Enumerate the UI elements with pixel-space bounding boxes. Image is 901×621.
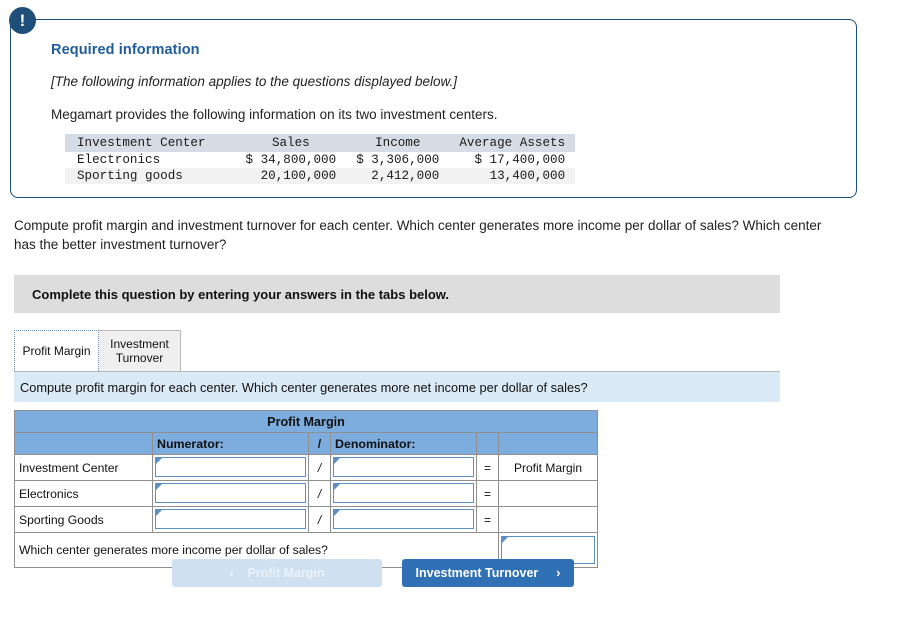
tab-strip: Profit Margin Investment Turnover <box>14 330 181 371</box>
tab-investment-turnover[interactable]: Investment Turnover <box>98 330 181 371</box>
cell-center-name: Sporting goods <box>65 168 236 184</box>
table-row: Electronics $ 34,800,000 $ 3,306,000 $ 1… <box>65 152 576 168</box>
tab-investment-turnover-label: Investment Turnover <box>110 337 169 365</box>
cell-center-name: Electronics <box>65 152 236 168</box>
col-income: Income <box>346 134 450 152</box>
numerator-input[interactable] <box>155 509 306 529</box>
col-investment-center: Investment Center <box>65 134 236 152</box>
next-button-label: Investment Turnover <box>415 566 539 580</box>
table-row: Investment Center / = Profit Margin <box>14 454 599 481</box>
data-table-header-row: Investment Center Sales Income Average A… <box>65 134 576 152</box>
numerator-input[interactable] <box>155 457 306 477</box>
profit-margin-answer-table: Profit Margin Numerator: / Denominator: … <box>13 410 599 568</box>
page-title: Required information <box>51 42 200 58</box>
cell-average-assets: 13,400,000 <box>449 168 576 184</box>
chevron-right-icon: › <box>556 566 561 580</box>
row-label-sporting-goods: Sporting Goods <box>14 506 153 533</box>
denominator-input-cell[interactable] <box>330 480 477 507</box>
cell-sales: $ 34,800,000 <box>235 152 347 168</box>
instruction-bar: Compute profit margin for each center. W… <box>14 371 780 402</box>
header-result-blank <box>497 432 599 455</box>
cell-average-assets: $ 17,400,000 <box>449 152 576 168</box>
equals-sign: = <box>476 480 499 507</box>
header-numerator: Numerator: <box>152 432 309 455</box>
equals-sign: = <box>476 454 499 481</box>
denominator-input-cell[interactable] <box>330 506 477 533</box>
numerator-input-cell[interactable] <box>152 454 309 481</box>
question-prompt: Compute profit margin and investment tur… <box>14 218 822 252</box>
instruction-text: Compute profit margin for each center. W… <box>20 379 588 395</box>
answer-table-title: Profit Margin <box>13 410 599 433</box>
numerator-input[interactable] <box>155 483 306 503</box>
col-average-assets: Average Assets <box>449 134 576 152</box>
result-value <box>497 506 599 533</box>
previous-profit-margin-button[interactable]: ‹ Profit Margin <box>172 559 382 587</box>
tab-profit-margin-label: Profit Margin <box>22 344 91 358</box>
denominator-input[interactable] <box>333 457 474 477</box>
required-information-card: Required information [The following info… <box>10 19 857 198</box>
result-value <box>497 480 599 507</box>
exclamation-icon: ! <box>9 7 36 34</box>
header-equals-blank <box>476 432 499 455</box>
equals-sign: = <box>476 506 499 533</box>
operator-slash: / <box>308 506 331 533</box>
denominator-input[interactable] <box>333 483 474 503</box>
next-investment-turnover-button[interactable]: Investment Turnover › <box>402 559 574 587</box>
header-blank-left <box>14 432 153 455</box>
investment-center-data-table: Investment Center Sales Income Average A… <box>65 134 576 184</box>
col-sales: Sales <box>235 134 347 152</box>
intro-sentence: Megamart provides the following informat… <box>51 107 498 122</box>
cell-income: 2,412,000 <box>346 168 450 184</box>
header-denominator: Denominator: <box>330 432 477 455</box>
answer-table-title-row: Profit Margin <box>13 410 599 433</box>
row-label-electronics: Electronics <box>14 480 153 507</box>
nav-button-group: ‹ Profit Margin Investment Turnover › <box>172 559 574 587</box>
denominator-input-cell[interactable] <box>330 454 477 481</box>
complete-question-text: Complete this question by entering your … <box>32 286 450 302</box>
previous-button-label: Profit Margin <box>247 566 325 580</box>
header-operator: / <box>308 432 331 455</box>
table-row: Sporting goods 20,100,000 2,412,000 13,4… <box>65 168 576 184</box>
operator-slash: / <box>308 454 331 481</box>
complete-question-banner: Complete this question by entering your … <box>14 275 780 313</box>
chevron-left-icon: ‹ <box>229 566 234 580</box>
table-row: Sporting Goods / = <box>14 506 599 533</box>
row-label-investment-center: Investment Center <box>14 454 153 481</box>
denominator-input[interactable] <box>333 509 474 529</box>
table-row: Electronics / = <box>14 480 599 507</box>
operator-slash: / <box>308 480 331 507</box>
cell-sales: 20,100,000 <box>235 168 347 184</box>
cell-income: $ 3,306,000 <box>346 152 450 168</box>
result-label: Profit Margin <box>497 454 599 481</box>
answer-table-header-row: Numerator: / Denominator: <box>14 432 599 455</box>
tab-profit-margin[interactable]: Profit Margin <box>14 330 99 371</box>
applies-note: [The following information applies to th… <box>51 74 457 89</box>
numerator-input-cell[interactable] <box>152 506 309 533</box>
numerator-input-cell[interactable] <box>152 480 309 507</box>
